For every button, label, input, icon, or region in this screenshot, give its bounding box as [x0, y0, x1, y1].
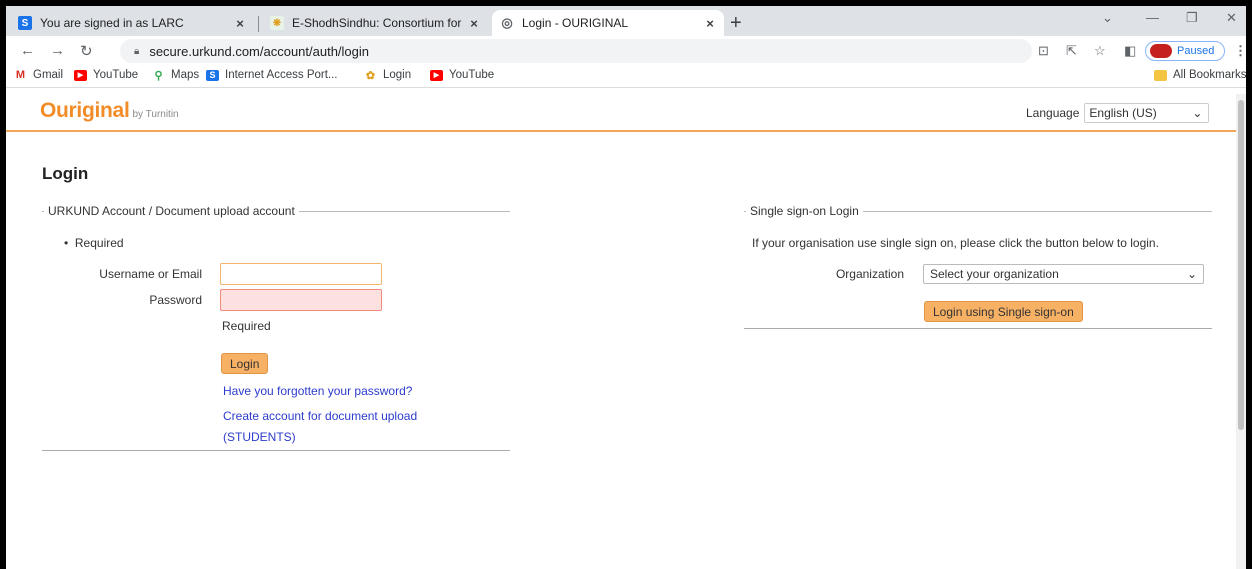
tab-favicon-icon: S [18, 16, 32, 30]
tab-close-icon[interactable]: × [702, 16, 718, 31]
flower-icon: ✿ [364, 69, 377, 82]
password-input[interactable] [220, 289, 382, 311]
organization-label: Organization [835, 267, 904, 281]
back-icon[interactable]: ← [20, 42, 35, 59]
page-title: Login [42, 164, 89, 183]
bookmark-login[interactable]: ✿ Login [364, 69, 412, 82]
restore-icon[interactable]: ❐ [1186, 10, 1198, 26]
page-content: Ouriginal by Turnitin Language English (U… [6, 94, 1246, 569]
all-bookmarks-label: All Bookmarks [1173, 69, 1247, 81]
gmail-icon: M [14, 69, 27, 81]
scrollbar-thumb[interactable] [1238, 100, 1244, 430]
bookmark-label: YouTube [449, 69, 495, 81]
new-tab-button[interactable]: + [730, 12, 742, 35]
sso-fieldset-bottom [744, 328, 1212, 329]
bookmark-label: Gmail [33, 69, 64, 81]
required-note: • Required [64, 236, 124, 250]
browser-window: S You are signed in as LARC × ❋ E-ShodhS… [0, 0, 1252, 569]
menu-icon[interactable]: ⋮ [1234, 43, 1246, 59]
ouriginal-logo[interactable]: Ouriginal by Turnitin [40, 99, 179, 123]
organization-select[interactable]: Select your organization ⌄ [923, 264, 1204, 284]
reload-icon[interactable]: ↻ [80, 42, 93, 60]
youtube-icon: ▶ [430, 69, 443, 81]
maps-icon: ⚲ [152, 69, 165, 82]
globe-icon: ◎ [500, 15, 514, 30]
tab-eshodhsindhu[interactable]: ❋ E-ShodhSindhu: Consortium for × [262, 10, 488, 36]
account-legend: URKUND Account / Document upload account [44, 204, 299, 218]
profile-button[interactable]: Paused [1145, 41, 1225, 61]
bookmark-internet-access[interactable]: S Internet Access Port... [206, 69, 338, 81]
bookmark-gmail[interactable]: M Gmail [14, 69, 63, 81]
language-select[interactable]: English (US) ⌄ [1084, 103, 1210, 123]
chevron-down-icon: ⌄ [1192, 106, 1203, 120]
profile-status: Paused [1177, 45, 1215, 57]
share-icon[interactable]: ⇱ [1066, 43, 1077, 59]
tab-strip: S You are signed in as LARC × ❋ E-ShodhS… [6, 6, 1246, 36]
username-label: Username or Email [99, 267, 202, 281]
bookmarks-bar: M Gmail ▶ YouTube ⚲ Maps S Internet Acce… [6, 66, 1246, 88]
close-window-icon[interactable]: ✕ [1226, 10, 1237, 26]
bookmark-youtube-2[interactable]: ▶ YouTube [430, 69, 494, 81]
s-icon: S [206, 69, 219, 81]
side-panel-icon[interactable]: ◧ [1124, 43, 1136, 59]
folder-icon [1154, 69, 1167, 81]
bookmark-maps[interactable]: ⚲ Maps [152, 69, 200, 82]
tab-larc[interactable]: S You are signed in as LARC × [10, 10, 254, 36]
lock-icon: 🔒︎ [134, 45, 140, 57]
translate-icon[interactable]: ⊡ [1038, 43, 1049, 59]
site-header: Ouriginal by Turnitin Language English (U… [6, 94, 1246, 132]
minimize-icon[interactable]: — [1146, 10, 1159, 25]
all-bookmarks[interactable]: All Bookmarks [1154, 69, 1247, 81]
url-text: secure.urkund.com/account/auth/login [149, 43, 370, 59]
browser-toolbar: ← → ↻ 🔒︎ secure.urkund.com/account/auth/… [6, 36, 1246, 66]
bookmark-label: YouTube [93, 69, 139, 81]
forward-icon[interactable]: → [50, 42, 65, 59]
tab-title: Login - OURIGINAL [522, 16, 629, 30]
address-bar[interactable]: 🔒︎ secure.urkund.com/account/auth/login [120, 39, 1032, 63]
sso-legend: Single sign-on Login [746, 204, 863, 218]
account-fieldset-bottom [42, 450, 510, 451]
tab-ouriginal-login[interactable]: ◎ Login - OURIGINAL × [492, 10, 724, 36]
language-value: English (US) [1089, 106, 1157, 120]
organization-select-value: Select your organization [930, 267, 1059, 281]
youtube-icon: ▶ [74, 69, 87, 81]
tab-separator [258, 16, 259, 32]
chevron-down-icon: ⌄ [1186, 267, 1197, 281]
tab-favicon-icon: ❋ [270, 16, 284, 30]
tab-title: You are signed in as LARC [40, 16, 184, 30]
logo-by-text: by Turnitin [132, 109, 179, 120]
username-input[interactable] [220, 263, 382, 285]
page-scrollbar[interactable] [1236, 94, 1246, 569]
forgot-password-link[interactable]: Have you forgotten your password? [223, 384, 412, 398]
bookmark-youtube[interactable]: ▶ YouTube [74, 69, 138, 81]
bookmark-label: Maps [171, 69, 200, 81]
password-label: Password [149, 293, 202, 307]
tab-title: E-ShodhSindhu: Consortium for [292, 16, 462, 30]
sso-login-button[interactable]: Login using Single sign-on [924, 301, 1083, 322]
login-button[interactable]: Login [221, 353, 269, 374]
language-label: Language [1026, 106, 1080, 120]
bookmark-label: Internet Access Port... [225, 69, 338, 81]
required-note-text: Required [74, 236, 124, 250]
tab-close-icon[interactable]: × [466, 16, 482, 31]
language-switcher: Language English (US) ⌄ [1026, 103, 1210, 123]
sso-description: If your organisation use single sign on,… [752, 236, 1159, 250]
logo-text: Ouriginal [40, 99, 130, 122]
avatar [1150, 44, 1172, 58]
tab-close-icon[interactable]: × [232, 16, 248, 31]
password-error: Required [222, 319, 271, 333]
create-account-link-students[interactable]: (STUDENTS) [223, 430, 296, 444]
bookmark-star-icon[interactable]: ☆ [1094, 43, 1106, 59]
create-account-link[interactable]: Create account for document upload [223, 409, 417, 423]
bookmark-label: Login [383, 69, 412, 81]
tab-search-icon[interactable]: ⌄ [1102, 10, 1113, 26]
